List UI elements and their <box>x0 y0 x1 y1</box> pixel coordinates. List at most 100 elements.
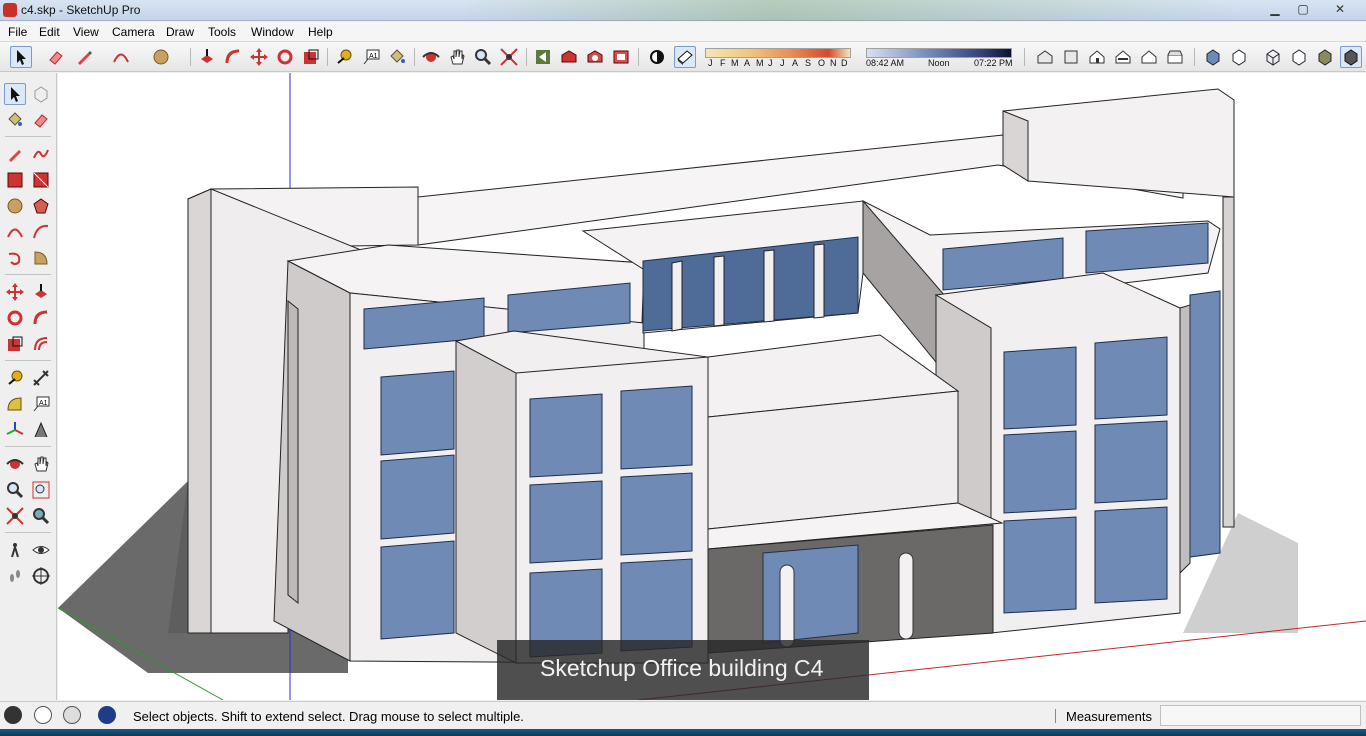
text-button[interactable]: A1 <box>30 393 52 415</box>
previous-zoom-icon <box>33 508 50 525</box>
circle-button[interactable] <box>4 195 26 217</box>
pie-button[interactable] <box>30 247 52 269</box>
month-label: D <box>841 58 848 68</box>
zoom-tool-button[interactable] <box>472 46 494 68</box>
offset-button[interactable] <box>30 333 52 355</box>
menu-edit[interactable]: Edit <box>39 25 60 39</box>
rectangle-button[interactable] <box>4 169 26 191</box>
freehand-button[interactable] <box>30 143 52 165</box>
position-camera-button[interactable] <box>4 539 26 561</box>
right-view-button[interactable] <box>1112 46 1134 68</box>
orbit-button[interactable] <box>4 453 26 475</box>
3d-viewport[interactable]: Sketchup Office building C4 <box>58 73 1366 700</box>
hidden-line-style-button[interactable] <box>1288 46 1310 68</box>
select-tool-button[interactable] <box>10 46 32 68</box>
display-fog-button[interactable] <box>674 46 696 68</box>
push-pull-button[interactable] <box>30 281 52 303</box>
eraser-icon <box>49 51 63 65</box>
polygon-button[interactable] <box>30 195 52 217</box>
scale-button[interactable] <box>4 333 26 355</box>
zoom-extents-tool-button[interactable] <box>498 46 520 68</box>
month-slider[interactable] <box>705 48 851 58</box>
text-tool-button[interactable]: A1 <box>360 46 382 68</box>
left-view-button[interactable] <box>1164 46 1186 68</box>
circle-tool-button[interactable] <box>150 46 172 68</box>
move-tool-button[interactable] <box>248 46 270 68</box>
tape-measure-button[interactable] <box>4 367 26 389</box>
two-point-arc-button[interactable] <box>30 221 52 243</box>
dimension-button[interactable] <box>30 367 52 389</box>
warehouse-button[interactable] <box>558 46 580 68</box>
fog-icon <box>677 50 693 65</box>
paint-bucket-tool-button[interactable] <box>386 46 408 68</box>
maximize-button[interactable]: ▢ <box>1290 1 1316 19</box>
section-plane-button[interactable] <box>30 565 52 587</box>
3d-text-button[interactable] <box>30 419 52 441</box>
menu-file[interactable]: File <box>8 25 27 39</box>
select-tool-button[interactable] <box>4 83 26 105</box>
previous-view-button[interactable] <box>532 46 554 68</box>
move-button[interactable] <box>4 281 26 303</box>
close-button[interactable]: ✕ <box>1318 1 1362 19</box>
look-around-button[interactable] <box>30 539 52 561</box>
wireframe-style-button[interactable] <box>1262 46 1284 68</box>
menu-tools[interactable]: Tools <box>208 25 236 39</box>
tape-measure-tool-button[interactable] <box>333 46 355 68</box>
xray-style-button[interactable] <box>1202 46 1224 68</box>
extension-warehouse-button[interactable] <box>610 46 632 68</box>
back-edges-style-button[interactable] <box>1228 46 1250 68</box>
menu-draw[interactable]: Draw <box>166 25 194 39</box>
share-model-button[interactable] <box>584 46 606 68</box>
rotated-rectangle-button[interactable] <box>30 169 52 191</box>
display-shadows-button[interactable] <box>646 46 668 68</box>
zoom-button[interactable] <box>4 479 26 501</box>
orbit-tool-button[interactable] <box>420 46 442 68</box>
zoom-window-button[interactable] <box>30 479 52 501</box>
paint-bucket-button[interactable] <box>4 109 26 131</box>
eraser-tool-button[interactable] <box>45 46 67 68</box>
menu-window[interactable]: Window <box>251 25 294 39</box>
make-component-button[interactable] <box>30 83 52 105</box>
back-view-button[interactable] <box>1138 46 1160 68</box>
help-icon[interactable] <box>98 706 116 724</box>
rotate-tool-button[interactable] <box>274 46 296 68</box>
push-pull-tool-button[interactable] <box>196 46 218 68</box>
freehand-icon <box>33 149 49 159</box>
user-account-icon[interactable] <box>63 706 81 724</box>
walk-button[interactable] <box>4 565 26 587</box>
rotate-button[interactable] <box>4 307 26 329</box>
line-button[interactable] <box>4 143 26 165</box>
month-label: A <box>744 58 751 68</box>
minimize-button[interactable]: ▁ <box>1262 1 1288 19</box>
measurements-field[interactable] <box>1160 705 1361 726</box>
menu-camera[interactable]: Camera <box>112 25 155 39</box>
window-glass <box>1094 336 1168 420</box>
shaded-textures-style-button[interactable] <box>1340 46 1362 68</box>
menu-view[interactable]: View <box>73 25 99 39</box>
left-wing-side <box>273 260 351 662</box>
follow-me-button[interactable] <box>30 307 52 329</box>
iso-view-button[interactable] <box>1034 46 1056 68</box>
top-view-button[interactable] <box>1060 46 1082 68</box>
scale-tool-button[interactable] <box>300 46 322 68</box>
shaded-style-button[interactable] <box>1314 46 1336 68</box>
three-point-arc-button[interactable] <box>4 247 26 269</box>
credits-icon[interactable] <box>34 706 52 724</box>
eraser-button[interactable] <box>30 109 52 131</box>
pan-button[interactable] <box>30 453 52 475</box>
arc-button[interactable] <box>4 221 26 243</box>
previous-zoom-button[interactable] <box>30 505 52 527</box>
time-slider[interactable] <box>866 48 1012 58</box>
pencil-tool-button[interactable] <box>73 46 95 68</box>
arc-tool-button[interactable] <box>110 46 132 68</box>
front-view-button[interactable] <box>1086 46 1108 68</box>
axes-button[interactable] <box>4 419 26 441</box>
front-center-block-side <box>455 340 517 664</box>
pan-tool-button[interactable] <box>446 46 468 68</box>
geo-location-icon[interactable] <box>4 706 22 724</box>
follow-me-tool-button[interactable] <box>222 46 244 68</box>
zoom-extents-button[interactable] <box>4 505 26 527</box>
protractor-button[interactable] <box>4 393 26 415</box>
menu-help[interactable]: Help <box>308 25 333 39</box>
text-label-icon: A1 <box>33 396 50 412</box>
